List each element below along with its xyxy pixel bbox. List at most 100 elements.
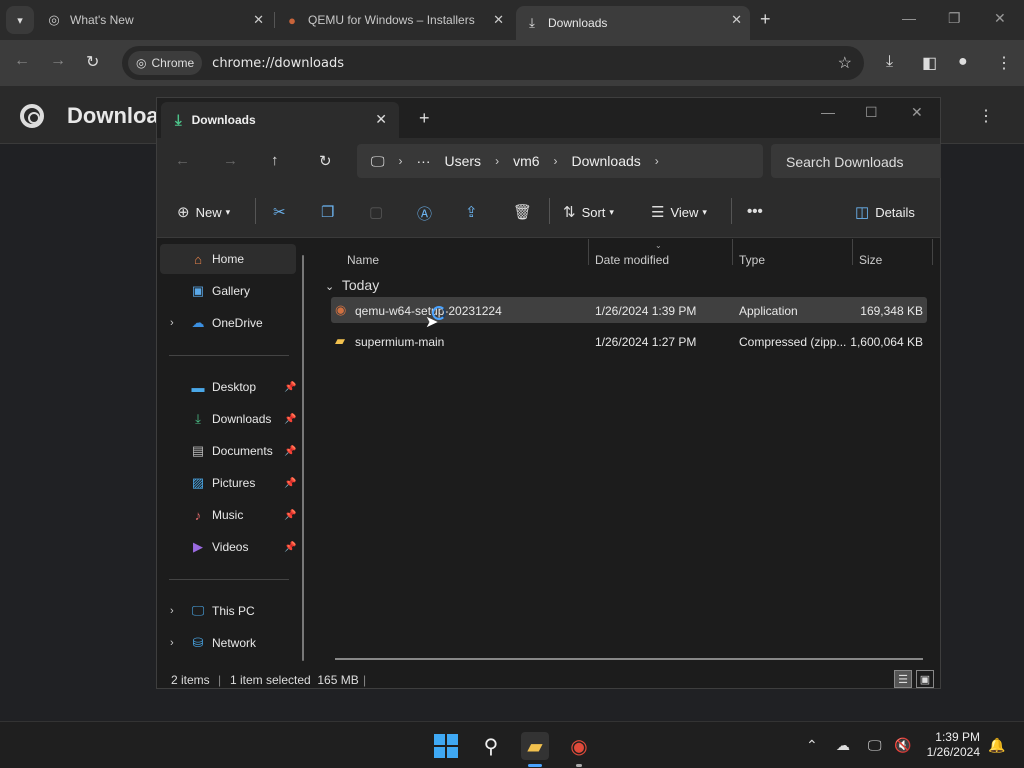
nav-item-home[interactable]: ⌂ Home xyxy=(160,244,296,274)
volume-muted-icon[interactable]: 🔇 xyxy=(894,737,911,754)
nav-item-onedrive[interactable]: › ☁ OneDrive xyxy=(160,308,296,338)
ellipsis-icon[interactable]: ··· xyxy=(417,153,431,169)
minimize-icon[interactable]: — xyxy=(902,10,916,26)
menu-icon[interactable]: ⋮ xyxy=(996,53,1012,73)
chevron-right-icon[interactable]: › xyxy=(655,154,659,168)
profile-icon[interactable]: ● xyxy=(958,53,968,71)
delete-button[interactable]: 🗑 xyxy=(513,203,538,221)
tiles-view-icon[interactable]: ▣ xyxy=(916,670,934,688)
restore-icon[interactable]: ❐ xyxy=(948,10,961,27)
close-window-icon[interactable]: ✕ xyxy=(911,104,923,121)
breadcrumb-vm6[interactable]: vm6 xyxy=(513,153,539,169)
see-more-button[interactable]: ••• xyxy=(747,203,769,220)
new-tab-button[interactable]: + xyxy=(760,9,771,30)
pin-icon[interactable]: 📌 xyxy=(284,382,296,393)
pin-icon[interactable]: 📌 xyxy=(284,414,296,425)
back-icon[interactable]: ← xyxy=(14,52,30,70)
onedrive-offline-icon[interactable]: ☁ xyxy=(836,737,850,754)
forward-icon[interactable]: → xyxy=(223,152,238,169)
cut-button[interactable]: ✂ xyxy=(273,203,292,221)
breadcrumb[interactable]: 🖵 › ··· Users › vm6 › Downloads › xyxy=(357,144,763,178)
close-icon[interactable]: ✕ xyxy=(493,12,504,28)
column-divider[interactable] xyxy=(932,239,933,265)
file-row[interactable]: ◉ qemu-w64-setup-20231224 1/26/2024 1:39… xyxy=(331,297,927,323)
chevron-right-icon[interactable]: › xyxy=(495,154,499,168)
site-chip[interactable]: ◎ Chrome xyxy=(128,51,203,75)
bookmark-star-icon[interactable]: ☆ xyxy=(838,53,852,73)
nav-item-this-pc[interactable]: › 🖵 This PC xyxy=(160,596,296,626)
more-options-icon[interactable]: ⋮ xyxy=(978,106,994,126)
sort-button[interactable]: ⇅ Sort ▾ xyxy=(563,203,614,221)
details-button[interactable]: ◫ Details xyxy=(855,203,915,221)
breadcrumb-downloads[interactable]: Downloads xyxy=(572,153,641,169)
tab-qemu[interactable]: ● QEMU for Windows – Installers ✕ xyxy=(284,6,512,34)
nav-item-network[interactable]: › ⛁ Network xyxy=(160,628,296,658)
search-icon[interactable]: ⚲ xyxy=(477,732,505,760)
breadcrumb-users[interactable]: Users xyxy=(445,153,482,169)
column-divider[interactable] xyxy=(852,239,853,265)
nav-item-documents[interactable]: ▤ Documents 📌 xyxy=(160,436,297,466)
close-icon[interactable]: ✕ xyxy=(253,12,264,28)
close-icon[interactable]: ✕ xyxy=(375,111,387,128)
group-header-today[interactable]: ⌄ Today xyxy=(325,277,379,293)
chevron-right-icon[interactable]: › xyxy=(170,605,174,617)
nav-item-videos[interactable]: ▶ Videos 📌 xyxy=(160,532,296,562)
downloads-icon[interactable]: ⤓ xyxy=(886,53,893,71)
column-divider[interactable] xyxy=(732,239,733,265)
up-icon[interactable]: ↑ xyxy=(271,152,279,169)
rename-button[interactable]: Ⓐ xyxy=(417,203,438,224)
start-button[interactable] xyxy=(432,732,460,760)
reload-icon[interactable]: ↻ xyxy=(86,52,99,72)
column-header-name[interactable]: Name xyxy=(347,253,379,267)
network-icon[interactable]: 🖵 xyxy=(868,737,882,754)
file-row[interactable]: ▰ supermium-main 1/26/2024 1:27 PM Compr… xyxy=(331,328,927,354)
clock[interactable]: 1:39 PM 1/26/2024 xyxy=(916,730,980,760)
new-tab-button[interactable]: + xyxy=(419,108,430,129)
column-header-size[interactable]: Size xyxy=(859,253,882,267)
column-divider[interactable] xyxy=(588,239,589,265)
address-bar[interactable]: ◎ Chrome chrome://downloads ☆ xyxy=(122,46,864,80)
tab-search-button[interactable]: ▾ xyxy=(6,6,34,34)
nav-item-desktop[interactable]: ▬ Desktop 📌 xyxy=(160,372,297,402)
file-explorer-taskbar-icon[interactable]: ▰ xyxy=(521,732,549,760)
nav-scrollbar[interactable] xyxy=(302,255,304,661)
nav-item-music[interactable]: ♪ Music 📌 xyxy=(160,500,297,530)
chevron-up-icon[interactable]: ⌃ xyxy=(806,737,818,754)
view-button[interactable]: ☰ View ▾ xyxy=(651,203,707,221)
nav-item-downloads[interactable]: ⤓ Downloads 📌 xyxy=(160,404,296,434)
notification-bell-icon[interactable]: 🔔 xyxy=(988,737,1005,754)
close-window-icon[interactable]: ✕ xyxy=(994,10,1006,27)
pin-icon[interactable]: 📌 xyxy=(284,542,296,553)
copy-button[interactable]: ❐ xyxy=(321,203,340,221)
pin-icon[interactable]: 📌 xyxy=(284,478,296,489)
side-panel-icon[interactable]: ◧ xyxy=(922,53,937,73)
paste-button[interactable]: ▢ xyxy=(369,203,389,221)
column-header-date[interactable]: Date modified xyxy=(595,253,669,267)
search-input[interactable]: Search Downloads xyxy=(771,144,941,178)
refresh-icon[interactable]: ↻ xyxy=(319,152,332,170)
new-button[interactable]: ⊕ New ▾ xyxy=(177,203,230,221)
forward-icon[interactable]: → xyxy=(50,52,66,70)
tab-whats-new[interactable]: ◎ What's New ✕ xyxy=(46,6,272,34)
horizontal-scrollbar[interactable] xyxy=(335,658,923,660)
chrome-tab-strip: ▾ ◎ What's New ✕ ● QEMU for Windows – In… xyxy=(0,0,1024,40)
explorer-tab-downloads[interactable]: ⤓ Downloads ✕ xyxy=(161,102,399,138)
back-icon[interactable]: ← xyxy=(175,152,190,169)
share-button[interactable]: ⇪ xyxy=(465,203,484,221)
chrome-taskbar-icon[interactable]: ◉ xyxy=(565,732,593,760)
column-header-type[interactable]: Type xyxy=(739,253,765,267)
pin-icon[interactable]: 📌 xyxy=(284,446,296,457)
minimize-icon[interactable]: — xyxy=(821,104,835,120)
close-icon[interactable]: ✕ xyxy=(731,12,742,28)
nav-item-gallery[interactable]: ▣ Gallery xyxy=(160,276,296,306)
tab-downloads[interactable]: ⤓ Downloads ✕ xyxy=(516,6,750,40)
chevron-right-icon[interactable]: › xyxy=(399,154,403,168)
details-view-icon[interactable]: ☰ xyxy=(894,670,912,688)
computer-icon[interactable]: 🖵 xyxy=(371,153,385,170)
pin-icon[interactable]: 📌 xyxy=(284,510,296,521)
nav-item-pictures[interactable]: ▨ Pictures 📌 xyxy=(160,468,297,498)
chevron-right-icon[interactable]: › xyxy=(554,154,558,168)
maximize-icon[interactable]: ☐ xyxy=(865,104,878,121)
chevron-right-icon[interactable]: › xyxy=(170,637,174,649)
chevron-right-icon[interactable]: › xyxy=(170,317,174,329)
